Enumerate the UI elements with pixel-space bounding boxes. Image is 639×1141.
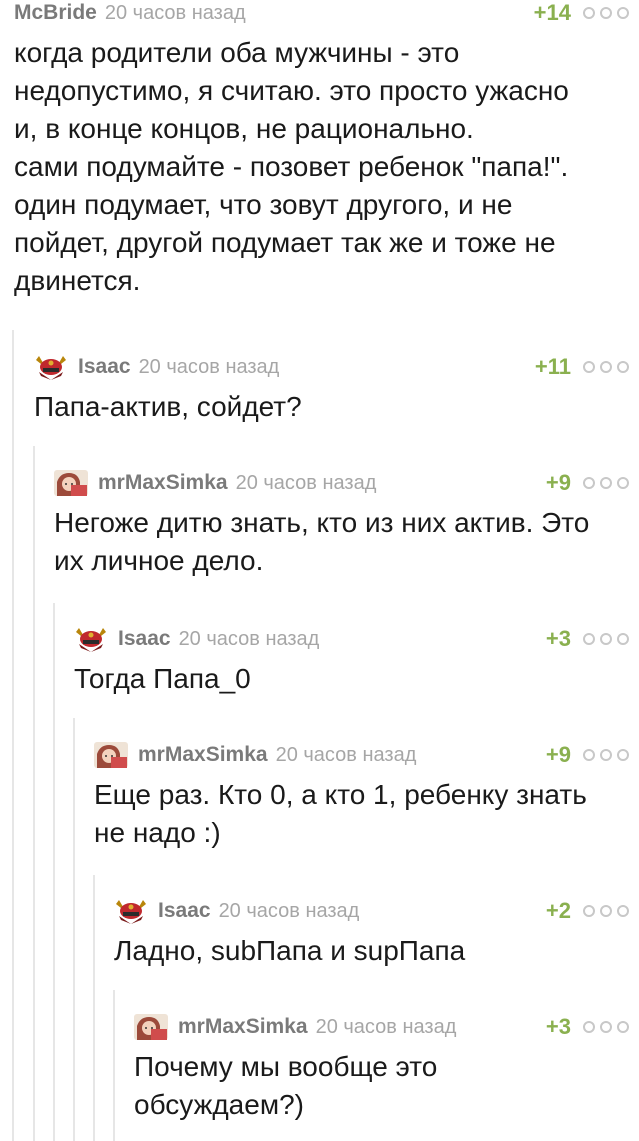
comment-rating: +3 [545, 1014, 571, 1039]
comment-text: когда родители оба мужчины - это недопус… [14, 37, 569, 296]
comment: McBride 20 часов назад +14 когда родител… [14, 0, 629, 300]
more-options-icon[interactable] [583, 354, 629, 380]
comment-time[interactable]: 20 часов назад [139, 356, 280, 379]
comment: mrMaxSimka 20 часов назад +9 Еще раз. Кт… [94, 742, 629, 852]
comment-header: mrMaxSimka 20 часов назад +9 [54, 470, 629, 496]
samurai-helmet-icon[interactable] [114, 898, 148, 924]
comment-header: Isaac 20 часов назад +2 [114, 898, 629, 924]
more-options-icon[interactable] [583, 470, 629, 496]
comment-text: Ладно, subПапа и supПапа [114, 935, 466, 966]
thread-line[interactable] [33, 446, 35, 1141]
thread-line[interactable] [53, 603, 55, 1141]
more-options-icon[interactable] [583, 0, 629, 26]
comment-rating: +9 [545, 470, 571, 495]
comment-text: Тогда Папа_0 [74, 663, 251, 694]
comment-author[interactable]: mrMaxSimka [138, 743, 268, 767]
comment: Isaac 20 часов назад +2 Ладно, subПапа и… [114, 898, 629, 970]
comment-author[interactable]: McBride [14, 1, 97, 25]
comment-rating: +14 [533, 0, 571, 25]
comment-text: Почему мы вообще это обсуждаем?) [134, 1051, 438, 1120]
comment-header: McBride 20 часов назад +14 [14, 0, 629, 26]
comment-author[interactable]: mrMaxSimka [178, 1015, 308, 1039]
comment-author[interactable]: Isaac [158, 899, 211, 923]
comment-rating: +11 [534, 354, 571, 379]
more-options-icon[interactable] [583, 742, 629, 768]
comment-time[interactable]: 20 часов назад [105, 2, 246, 25]
comment-time[interactable]: 20 часов назад [316, 1016, 457, 1039]
comment: Isaac 20 часов назад +3 Тогда Папа_0 [74, 626, 629, 698]
anime-girl-avatar[interactable] [134, 1014, 168, 1040]
comment: Isaac 20 часов назад +11 Папа-актив, сой… [34, 354, 629, 426]
comment-time[interactable]: 20 часов назад [179, 628, 320, 651]
samurai-helmet-icon[interactable] [74, 626, 108, 652]
comment-text: Еще раз. Кто 0, а кто 1, ребенку знать н… [94, 779, 587, 848]
thread-line[interactable] [73, 718, 75, 1141]
comment-author[interactable]: Isaac [78, 355, 131, 379]
comment-time[interactable]: 20 часов назад [219, 900, 360, 923]
comment-rating: +2 [545, 898, 571, 923]
comment-header: Isaac 20 часов назад +11 [34, 354, 629, 380]
comment-header: Isaac 20 часов назад +3 [74, 626, 629, 652]
thread-line[interactable] [12, 330, 14, 1141]
comment-thread: McBride 20 часов назад +14 когда родител… [0, 0, 639, 1141]
comment-text: Папа-актив, сойдет? [34, 391, 302, 422]
comment-author[interactable]: mrMaxSimka [98, 471, 228, 495]
comment: mrMaxSimka 20 часов назад +3 Почему мы в… [134, 1014, 629, 1124]
anime-girl-avatar[interactable] [54, 470, 88, 496]
thread-line[interactable] [93, 875, 95, 1141]
comment-header: mrMaxSimka 20 часов назад +9 [94, 742, 629, 768]
more-options-icon[interactable] [583, 898, 629, 924]
comment-time[interactable]: 20 часов назад [236, 472, 377, 495]
more-options-icon[interactable] [583, 626, 629, 652]
more-options-icon[interactable] [583, 1014, 629, 1040]
anime-girl-avatar[interactable] [94, 742, 128, 768]
comment-rating: +3 [545, 626, 571, 651]
comment-time[interactable]: 20 часов назад [276, 744, 417, 767]
thread-line[interactable] [113, 990, 115, 1141]
comment-text: Негоже дитю знать, кто из них актив. Это… [54, 507, 590, 576]
comment: mrMaxSimka 20 часов назад +9 Негоже дитю… [54, 470, 629, 580]
comment-header: mrMaxSimka 20 часов назад +3 [134, 1014, 629, 1040]
samurai-helmet-icon[interactable] [34, 354, 68, 380]
comment-author[interactable]: Isaac [118, 627, 171, 651]
comment-rating: +9 [545, 742, 571, 767]
